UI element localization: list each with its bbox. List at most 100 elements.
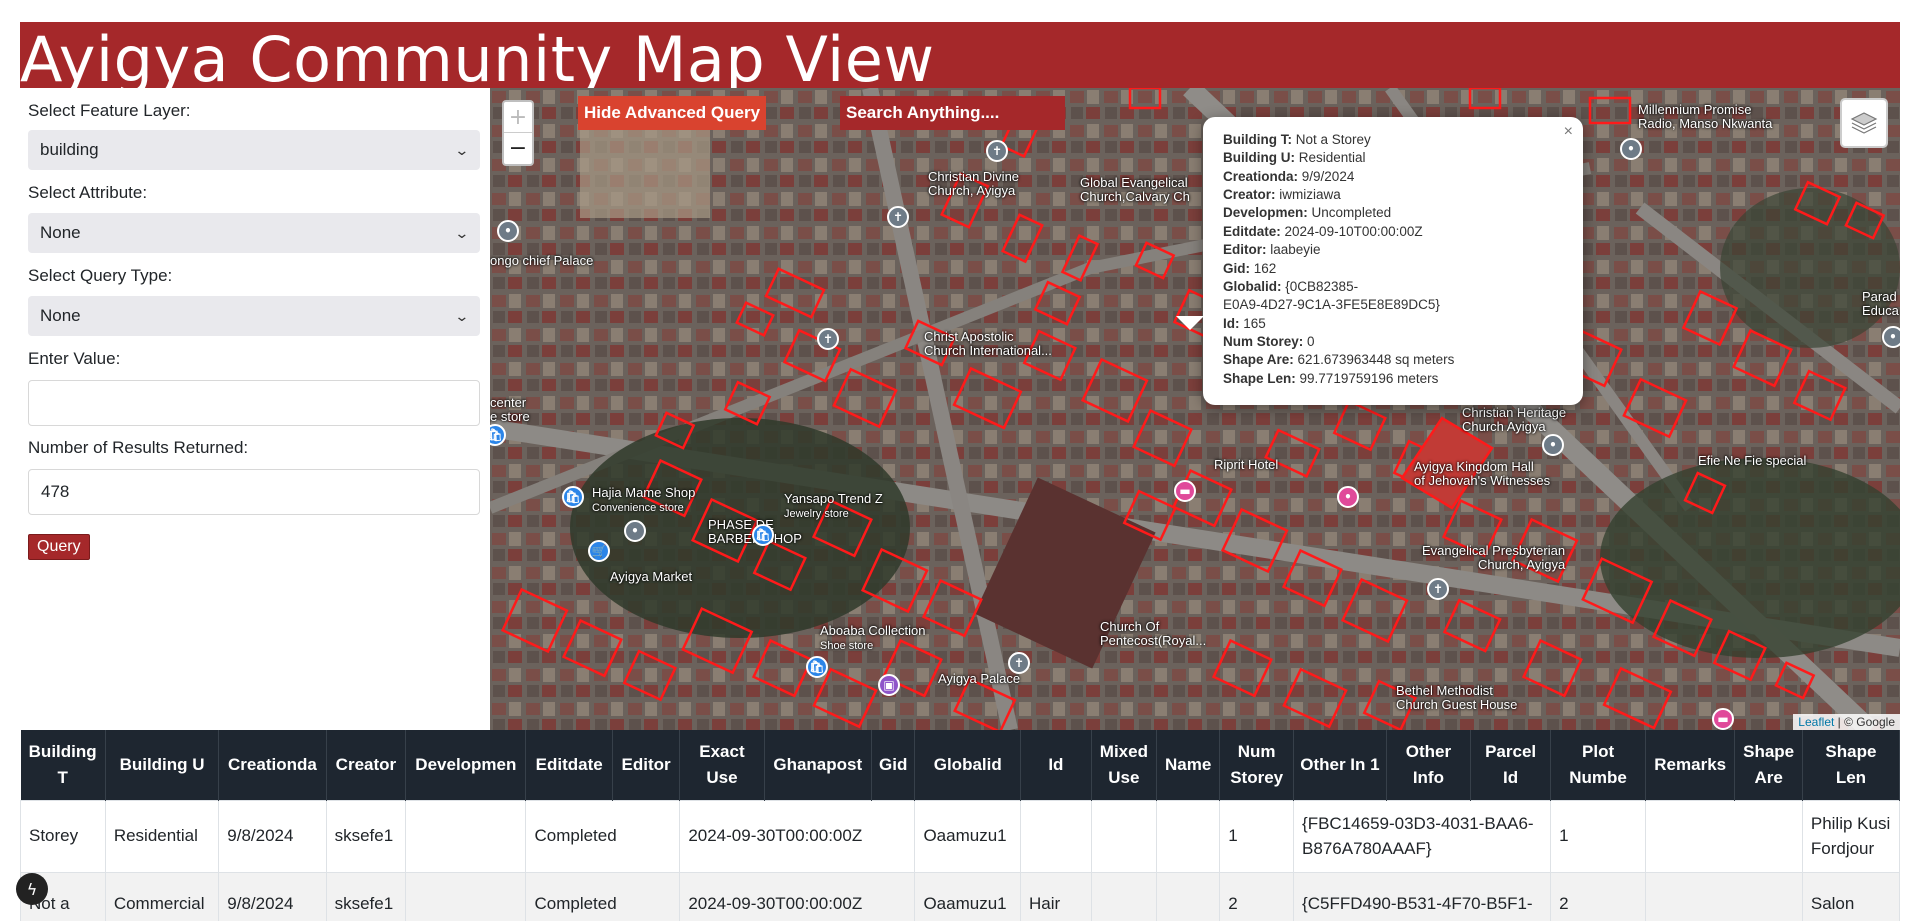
query-button[interactable]: Query — [28, 534, 90, 560]
table-cell — [405, 799, 527, 873]
column-header[interactable]: Parcel Id — [1470, 730, 1552, 800]
column-header[interactable]: Shape Len — [1802, 730, 1900, 800]
feature-layer-value: building — [40, 140, 99, 159]
column-header[interactable]: Name — [1156, 730, 1221, 800]
attribute-label: Select Attribute: — [28, 183, 148, 202]
table-cell — [405, 871, 527, 921]
map-label-kingdom: Ayigya Kingdom Hall of Jehovah's Witnesse… — [1414, 459, 1551, 489]
place-pin-icon[interactable]: • — [1620, 138, 1642, 160]
header-bar: Ayigya Community Map View — [20, 22, 1900, 88]
column-header[interactable]: Plot Numbe — [1550, 730, 1646, 800]
church-pin-icon[interactable]: ✝ — [1008, 652, 1030, 674]
table-cell: Salon — [1801, 871, 1900, 921]
table-cell: sksefe1 — [325, 799, 407, 873]
popup-row: Shape Len: 99.7719759196 meters — [1223, 370, 1563, 388]
kingdom-hall-pin-icon[interactable]: • — [1337, 486, 1359, 508]
place-pin-icon[interactable]: • — [497, 220, 519, 242]
popup-close-button[interactable]: × — [1564, 121, 1573, 143]
column-header[interactable]: Ghanapost — [764, 730, 872, 800]
table-cell — [1645, 799, 1803, 873]
map-attribution: Leaflet | © Google — [1793, 714, 1900, 730]
hide-advanced-query-button[interactable]: Hide Advanced Query — [578, 96, 767, 130]
church-pin-icon[interactable]: ✝ — [1427, 578, 1449, 600]
popup-row-value: 621.673963448 sq meters — [1297, 352, 1455, 368]
attribute-select[interactable]: None ⌄ — [28, 213, 480, 253]
column-header[interactable]: Remarks — [1645, 730, 1736, 800]
map-label-presbyterian: Evangelical Presbyterian Church, Ayigya — [1422, 543, 1566, 573]
column-header[interactable]: Editdate — [525, 730, 613, 800]
church-pin-icon[interactable]: ✝ — [986, 140, 1008, 162]
map-label-paradise: Parad Educa — [1862, 289, 1899, 319]
query-type-label: Select Query Type: — [28, 266, 173, 285]
chevron-down-icon: ⌄ — [454, 141, 470, 158]
popup-row-key: Creator: — [1223, 187, 1276, 203]
popup-row-key: Shape Are: — [1223, 352, 1294, 368]
cart-pin-icon[interactable]: 🛒 — [588, 540, 610, 562]
column-header[interactable]: Developmen — [405, 730, 527, 800]
table-cell: Commercial — [104, 871, 220, 921]
shop-pin-icon[interactable]: 🛍 — [752, 524, 774, 546]
place-pin-icon[interactable]: • — [624, 520, 646, 542]
church-pin-icon[interactable]: ✝ — [887, 206, 909, 228]
column-header[interactable]: Creationda — [218, 730, 327, 800]
bolt-icon[interactable]: ϟ — [16, 873, 48, 905]
map-view[interactable]: Millennium Promise Radio, Manso Nkwanta C… — [490, 88, 1900, 730]
table-row[interactable]: Not a StoreyCommercial9/8/2024sksefe1Com… — [20, 871, 1900, 921]
column-header[interactable]: Globalid — [914, 730, 1022, 800]
search-input[interactable]: Search Anything.... — [840, 96, 1065, 130]
column-header[interactable]: Other In 1 — [1293, 730, 1387, 800]
map-label-chief-palace: ongo chief Palace — [490, 253, 594, 268]
column-header[interactable]: Editor — [612, 730, 681, 800]
table-cell: Oaamuzu1 — [914, 799, 1022, 873]
table-cell: 9/8/2024 — [218, 799, 327, 873]
column-header[interactable]: Num Storey — [1219, 730, 1295, 800]
layers-control-button[interactable] — [1840, 98, 1888, 148]
palace-pin-icon[interactable]: ▣ — [878, 674, 900, 696]
table-cell: {C5FFD490-B531-4F70-B5F1-F58897ACFFA7} — [1293, 871, 1552, 921]
column-header[interactable]: Creator — [326, 730, 407, 800]
column-header[interactable]: Gid — [871, 730, 916, 800]
results-table-wrapper[interactable]: Building T Building U Creationda Creator Dev… — [20, 730, 1900, 921]
column-header[interactable]: Id — [1020, 730, 1092, 800]
hotel-pin-icon[interactable]: ▬ — [1712, 708, 1734, 730]
zoom-out-button[interactable]: − — [504, 133, 532, 164]
table-body: Storey Residential 9/8/2024 sksefe1 Complete… — [20, 799, 1900, 921]
feature-layer-select[interactable]: building ⌄ — [28, 130, 480, 170]
column-header[interactable]: Building U — [105, 730, 220, 800]
popup-row-value: {0CB82385- — [1285, 278, 1359, 294]
value-input[interactable] — [28, 380, 480, 426]
column-header[interactable]: Other Info — [1386, 730, 1472, 800]
column-header[interactable]: Shape Are — [1734, 730, 1803, 800]
column-header[interactable]: Mixed Use — [1091, 730, 1158, 800]
church-pin-icon[interactable]: ✝ — [817, 328, 839, 350]
query-type-select[interactable]: None ⌄ — [28, 296, 480, 336]
place-pin-icon[interactable]: • — [1882, 326, 1900, 348]
column-header[interactable]: Building T — [20, 730, 106, 800]
map-label-market: Ayigya Market — [610, 569, 693, 584]
shop-pin-icon[interactable]: 🛍 — [562, 486, 584, 508]
map-label-christian-divine: Christian Divine Church, Ayigya — [928, 169, 1020, 199]
zoom-in-button[interactable]: + — [504, 102, 532, 133]
popup-tip — [1176, 316, 1204, 330]
table-cell: Completed — [525, 799, 681, 873]
zoom-control: + − — [502, 100, 534, 166]
leaflet-link[interactable]: Leaflet — [1798, 715, 1834, 729]
map-label-hajia: Hajia Mame Shop Convenience store — [592, 485, 696, 515]
feature-layer-label: Select Feature Layer: — [28, 101, 191, 120]
popup-row-value: laabeyie — [1270, 242, 1321, 258]
popup-row: Creator: iwmiziawa — [1223, 186, 1563, 204]
table-cell: 1 — [1219, 799, 1295, 873]
table-row[interactable]: Storey Residential 9/8/2024 sksefe1 Complete… — [20, 799, 1900, 873]
shop-pin-icon[interactable]: 🛍 — [806, 656, 828, 678]
table-cell — [1020, 799, 1092, 873]
results-count-input[interactable]: 478 — [28, 469, 480, 515]
popup-row-key: Shape Len: — [1223, 370, 1296, 386]
hotel-pin-icon[interactable]: ▬ — [1174, 480, 1196, 502]
popup-row: Globalid: {0CB82385- — [1223, 278, 1563, 296]
place-pin-icon[interactable]: • — [1542, 434, 1564, 456]
results-label: Number of Results Returned: — [28, 438, 249, 457]
table-cell: 2 — [1219, 871, 1295, 921]
map-label-heritage: Christian Heritage Church Ayigya — [1462, 405, 1567, 435]
column-header[interactable]: Exact Use — [679, 730, 765, 800]
map-label-palace: Ayigya Palace — [938, 671, 1021, 686]
